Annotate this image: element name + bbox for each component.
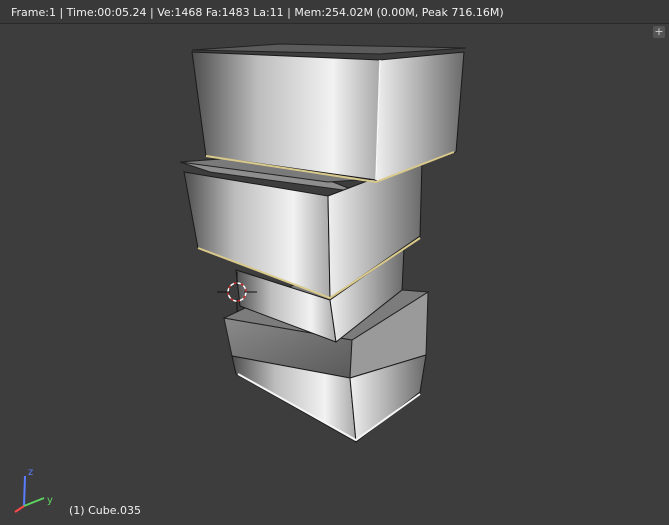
scene-canvas: z y bbox=[14, 43, 467, 513]
3d-viewport[interactable]: + z y (1) Cube.035 bbox=[0, 24, 669, 525]
scene-stats: Frame:1 | Time:00:05.24 | Ve:1468 Fa:148… bbox=[11, 6, 504, 19]
y-axis-label: y bbox=[47, 495, 53, 506]
z-axis-label: z bbox=[28, 467, 33, 478]
active-object-label: (1) Cube.035 bbox=[69, 504, 141, 517]
axis-gizmo: z y bbox=[14, 467, 53, 513]
viewport-header: Frame:1 | Time:00:05.24 | Ve:1468 Fa:148… bbox=[0, 0, 669, 24]
